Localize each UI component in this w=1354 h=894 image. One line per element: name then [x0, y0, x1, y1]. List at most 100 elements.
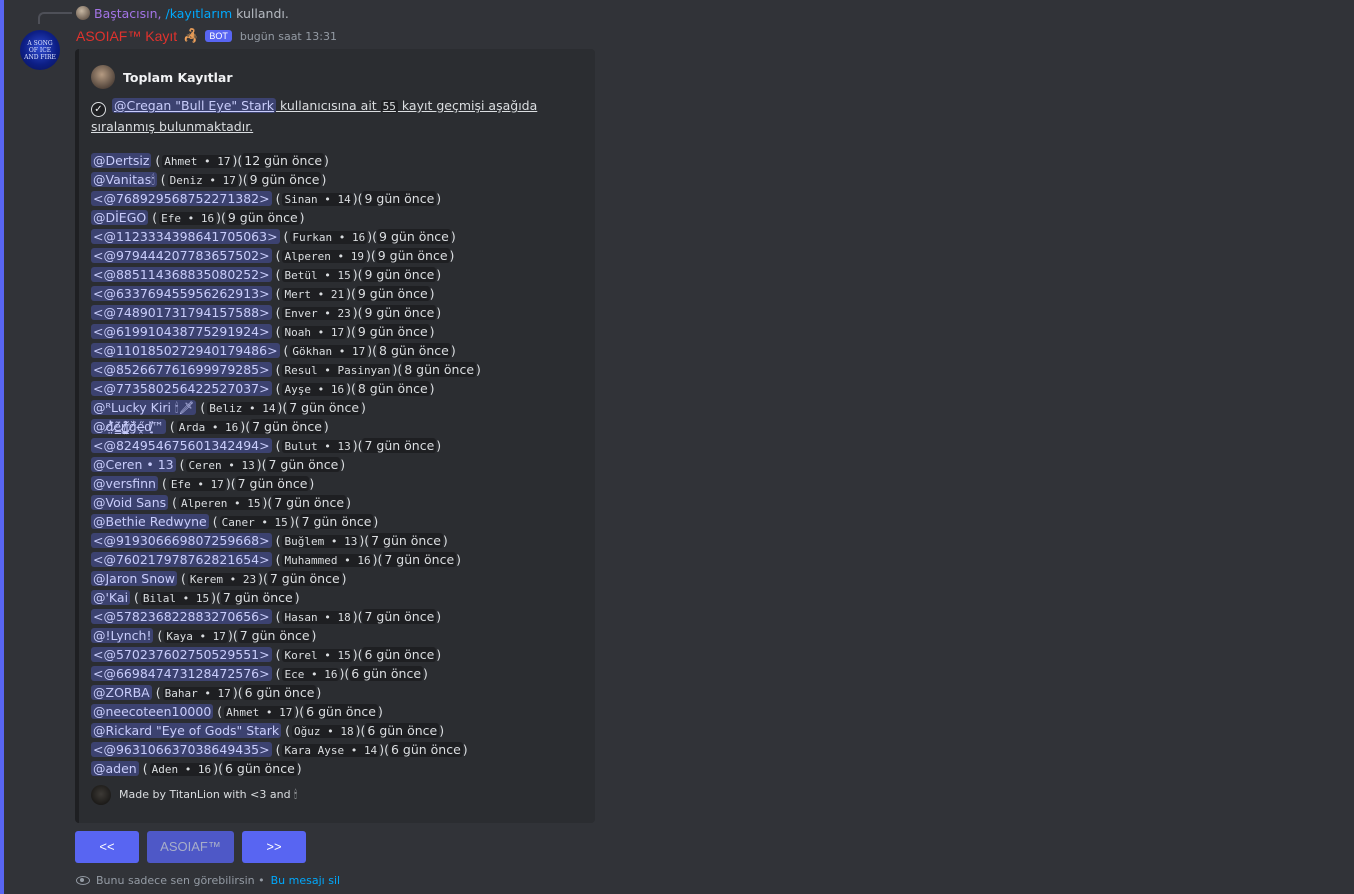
record-user-mention[interactable]: <@885114368835080252>: [91, 267, 272, 282]
record-time: 7 gün önce: [362, 609, 437, 624]
record-info: Bahar • 17: [162, 687, 233, 700]
record-info: Arda • 16: [176, 421, 241, 434]
record-row: <@760217978762821654> (Muhammed • 16)(7 …: [91, 552, 462, 567]
record-user-mention[interactable]: @đ̸̤̓ẽ̸̳ṟ̸̛̭̤͖̐ĭ̸̛͍̳̰̑ğ̸̣̍ḙ̶̋d̸͍͔̏™: [91, 419, 166, 434]
embed-author: Toplam Kayıtlar: [91, 65, 233, 89]
record-info: Noah • 17: [282, 326, 347, 339]
record-user-mention[interactable]: @Rickard "Eye of Gods" Stark: [91, 723, 282, 738]
record-user-mention[interactable]: <@748901731794157588>: [91, 305, 272, 320]
record-row: @ᴿLucky Kiri 🕯🗡 (Beliz • 14)(7 gün önce): [91, 400, 366, 415]
reply-preview[interactable]: Baştacısın, /kayıtlarım kullandı.: [76, 4, 289, 22]
bot-tag-badge: BOT: [205, 30, 232, 42]
record-info: Deniz • 17: [167, 174, 238, 187]
record-info: Efe • 17: [168, 478, 226, 491]
record-info: Hasan • 18: [282, 611, 353, 624]
record-user-mention[interactable]: @Ceren • 13: [91, 457, 176, 472]
record-user-mention[interactable]: <@570237602750529551>: [91, 647, 272, 662]
record-user-mention[interactable]: @aden: [91, 761, 139, 776]
record-info: Muhammed • 16: [282, 554, 373, 567]
asoiaf-button[interactable]: ASOIAF™: [147, 831, 234, 863]
record-row: @neecoteen10000 (Ahmet • 17)(6 gün önce): [91, 704, 383, 719]
record-time: 7 gün önce: [287, 400, 362, 415]
record-time: 7 gün önce: [266, 457, 341, 472]
reply-username[interactable]: Baştacısın,: [94, 6, 162, 21]
record-time: 7 gün önce: [235, 476, 310, 491]
record-info: Kerem • 23: [187, 573, 259, 586]
record-user-mention[interactable]: @Void Sans: [91, 495, 169, 510]
record-time: 9 gün önce: [355, 324, 430, 339]
record-time: 7 gün önce: [220, 590, 295, 605]
record-info: Alperen • 19: [282, 250, 366, 263]
record-time: 9 gün önce: [225, 210, 300, 225]
record-user-mention[interactable]: @Dertsiz: [91, 153, 152, 168]
record-user-mention[interactable]: <@773580256422527037>: [91, 381, 272, 396]
reply-suffix: kullandı.: [236, 5, 289, 21]
record-user-mention[interactable]: <@768929568752271382>: [91, 191, 272, 206]
record-info: Oğuz • 18: [292, 725, 356, 738]
record-user-mention[interactable]: @Bethie Redwyne: [91, 514, 209, 529]
record-user-mention[interactable]: <@578236822883270656>: [91, 609, 272, 624]
record-user-mention[interactable]: <@852667761699979285>: [91, 362, 272, 377]
bot-avatar[interactable]: A SONG OF ICE AND FIRE: [20, 30, 60, 70]
record-user-mention[interactable]: <@824954675601342494>: [91, 438, 272, 453]
record-time: 6 gün önce: [222, 761, 297, 776]
record-row: @Rickard "Eye of Gods" Stark (Oğuz • 18)…: [91, 723, 445, 738]
record-row: @versfinn (Efe • 17)(7 gün önce): [91, 476, 315, 491]
record-user-mention[interactable]: @ZORBA: [91, 685, 152, 700]
record-row: <@768929568752271382> (Sinan • 14)(9 gün…: [91, 191, 442, 206]
record-row: <@570237602750529551> (Korel • 15)(6 gün…: [91, 647, 442, 662]
record-info: Mert • 21: [282, 288, 347, 301]
reply-command[interactable]: /kayıtlarım: [166, 6, 233, 21]
record-time: 6 gün önce: [388, 742, 463, 757]
record-time: 6 gün önce: [365, 723, 440, 738]
record-user-mention[interactable]: @neecoteen10000: [91, 704, 214, 719]
record-user-mention[interactable]: <@669847473128472576>: [91, 666, 272, 681]
record-info: Alperen • 15: [179, 497, 263, 510]
record-user-mention[interactable]: @DİEGO: [91, 210, 149, 225]
record-row: <@633769455956262913> (Mert • 21)(9 gün …: [91, 286, 435, 301]
scorpion-emoji-icon: 🦂: [183, 28, 200, 44]
record-user-mention[interactable]: <@919306669807259668>: [91, 533, 272, 548]
record-time: 8 gün önce: [377, 343, 451, 358]
next-page-button[interactable]: >>: [242, 831, 306, 863]
record-time: 6 gün önce: [242, 685, 317, 700]
message-timestamp[interactable]: bugün saat 13:31: [240, 30, 337, 43]
record-user-mention[interactable]: @'Kai: [91, 590, 131, 605]
record-row: <@1101850272940179486> (Gökhan • 17)(8 g…: [91, 343, 456, 358]
record-info: Bilal • 15: [140, 592, 212, 605]
record-info: Ayşe • 16: [282, 383, 347, 396]
record-time: 7 gün önce: [369, 533, 443, 548]
record-user-mention[interactable]: @Vanitas🕯: [91, 172, 157, 187]
record-user-mention[interactable]: <@963106637038649435>: [91, 742, 272, 757]
record-user-mention[interactable]: @!Lynch!: [91, 628, 154, 643]
dismiss-message-link[interactable]: Bu mesajı sil: [271, 874, 340, 887]
record-time: 9 gün önce: [362, 305, 437, 320]
record-row: @ZORBA (Bahar • 17)(6 gün önce): [91, 685, 322, 700]
record-info: Bulut • 13: [282, 440, 353, 453]
records-list: @Dertsiz (Ahmet • 17)(12 gün önce) @Vanit…: [91, 151, 587, 778]
record-user-mention[interactable]: <@1101850272940179486>: [91, 343, 280, 358]
reply-avatar[interactable]: [76, 6, 90, 20]
record-user-mention[interactable]: @versfinn: [91, 476, 158, 491]
record-user-mention[interactable]: <@979444207783657502>: [91, 248, 272, 263]
record-user-mention[interactable]: @Jaron Snow: [91, 571, 177, 586]
record-user-mention[interactable]: <@633769455956262913>: [91, 286, 272, 301]
record-info: Enver • 23: [282, 307, 353, 320]
record-info: Beliz • 14: [207, 402, 278, 415]
record-user-mention[interactable]: <@760217978762821654>: [91, 552, 272, 567]
record-row: @Dertsiz (Ahmet • 17)(12 gün önce): [91, 153, 329, 168]
record-row: @'Kai (Bilal • 15)(7 gün önce): [91, 590, 300, 605]
previous-page-button[interactable]: <<: [75, 831, 139, 863]
record-info: Furkan • 16: [290, 231, 368, 244]
record-row: @Jaron Snow (Kerem • 23)(7 gün önce): [91, 571, 347, 586]
record-info: Sinan • 14: [282, 193, 353, 206]
record-row: <@773580256422527037> (Ayşe • 16)(8 gün …: [91, 381, 435, 396]
record-user-mention[interactable]: <@619910438775291924>: [91, 324, 272, 339]
record-time: 7 gün önce: [237, 628, 312, 643]
record-user-mention[interactable]: <@1123334398641705063>: [91, 229, 280, 244]
record-info: Ahmet • 17: [162, 155, 233, 168]
record-info: Caner • 15: [219, 516, 290, 529]
user-mention[interactable]: @Cregan "Bull Eye" Stark: [111, 98, 277, 113]
bot-username[interactable]: ASOIAF™ Kayıt: [76, 28, 177, 44]
record-user-mention[interactable]: @ᴿLucky Kiri 🕯🗡: [91, 400, 197, 415]
